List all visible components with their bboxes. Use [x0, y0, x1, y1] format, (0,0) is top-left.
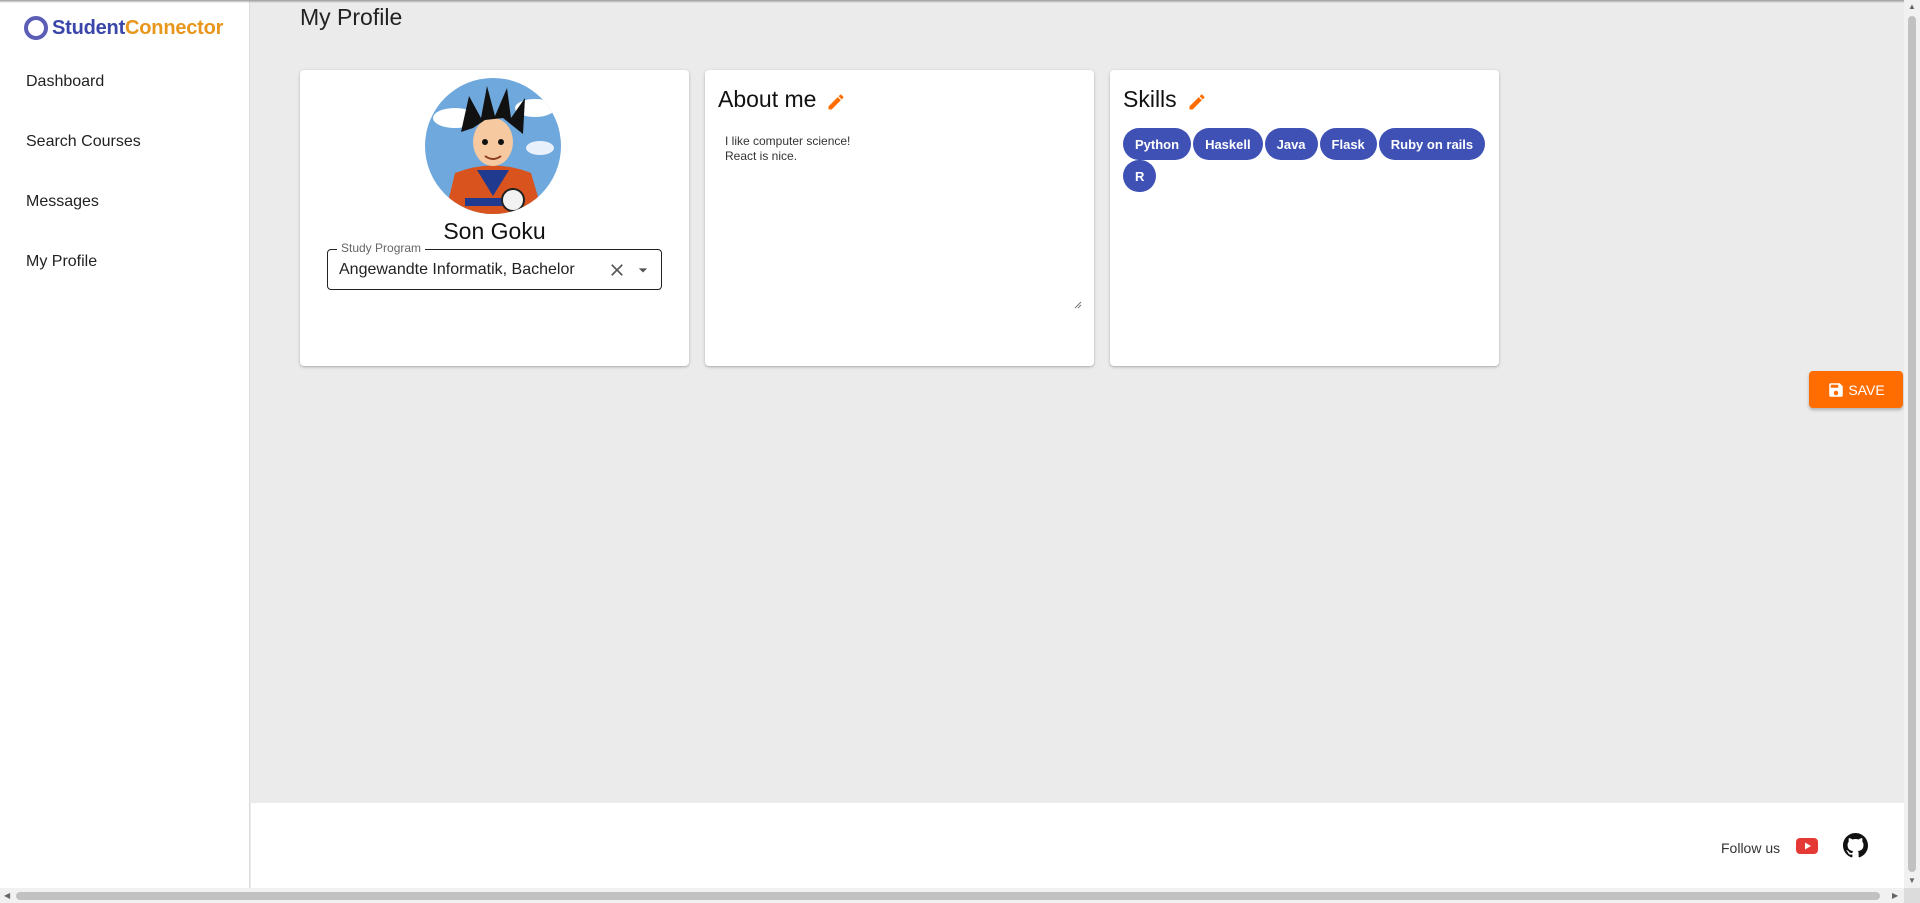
- save-button-label: SAVE: [1848, 381, 1885, 398]
- about-title: About me: [718, 86, 817, 112]
- skills-chip-list: Python Haskell Java Flask Ruby on rails …: [1123, 128, 1488, 192]
- study-program-value: Angewandte Informatik, Bachelor: [339, 261, 575, 278]
- sidebar-nav: Dashboard Search Courses Messages My Pro…: [0, 52, 250, 292]
- pencil-icon[interactable]: [1187, 92, 1207, 112]
- scrollbar-corner: [1904, 888, 1920, 903]
- resize-handle-icon[interactable]: [1072, 296, 1082, 309]
- logo-text: StudentConnector: [52, 17, 223, 40]
- study-program-label: Study Program: [337, 241, 426, 255]
- skills-header: Skills: [1123, 86, 1207, 113]
- floppy-disk-icon: [1827, 381, 1845, 399]
- about-card: About me I like computer science! React …: [705, 70, 1094, 366]
- sidebar-item-messages[interactable]: Messages: [0, 172, 250, 232]
- save-button[interactable]: SAVE: [1809, 371, 1903, 408]
- skill-chip[interactable]: Ruby on rails: [1378, 128, 1486, 160]
- youtube-icon[interactable]: [1796, 838, 1818, 854]
- skills-title: Skills: [1123, 86, 1177, 112]
- logo-ring-icon: [24, 16, 48, 40]
- scroll-right-arrow-icon[interactable]: ▶: [1892, 891, 1898, 900]
- logo-text-student: Student: [52, 16, 126, 39]
- footer: Follow us: [251, 803, 1904, 888]
- sidebar-item-search-courses[interactable]: Search Courses: [0, 112, 250, 172]
- skill-chip[interactable]: Haskell: [1193, 128, 1263, 160]
- skill-chip[interactable]: Flask: [1319, 128, 1377, 160]
- scroll-left-arrow-icon[interactable]: ◀: [4, 891, 10, 900]
- skill-chip[interactable]: Python: [1123, 128, 1192, 160]
- follow-us-label: Follow us: [1721, 840, 1781, 856]
- skill-chip[interactable]: R: [1123, 160, 1157, 192]
- vertical-scrollbar[interactable]: ▲ ▼: [1904, 0, 1920, 888]
- skill-chip[interactable]: Java: [1264, 128, 1318, 160]
- horizontal-scroll-thumb[interactable]: [16, 892, 1880, 900]
- scroll-up-arrow-icon[interactable]: ▲: [1908, 2, 1916, 11]
- vertical-scroll-thumb[interactable]: [1908, 16, 1916, 872]
- github-icon[interactable]: [1843, 833, 1868, 858]
- about-textarea[interactable]: I like computer science! React is nice.: [725, 134, 1083, 304]
- horizontal-scrollbar[interactable]: ◀ ▶: [0, 888, 1904, 903]
- page-title: My Profile: [300, 4, 403, 30]
- close-icon[interactable]: [607, 260, 627, 280]
- sidebar: StudentConnector Dashboard Search Course…: [0, 0, 250, 888]
- app-logo[interactable]: StudentConnector: [24, 16, 223, 40]
- profile-card: Son Goku Study Program Angewandte Inform…: [300, 70, 689, 366]
- pencil-icon[interactable]: [826, 92, 846, 112]
- sidebar-item-my-profile[interactable]: My Profile: [0, 232, 250, 292]
- top-shadow: [0, 0, 1904, 3]
- caret-down-icon[interactable]: [633, 260, 653, 280]
- skills-card: Skills Python Haskell Java Flask Ruby on…: [1110, 70, 1499, 366]
- logo-text-connector: Connector: [125, 16, 224, 39]
- sidebar-item-dashboard[interactable]: Dashboard: [0, 52, 250, 112]
- avatar: [425, 78, 561, 214]
- study-program-select[interactable]: Study Program Angewandte Informatik, Bac…: [327, 241, 662, 290]
- scroll-down-arrow-icon[interactable]: ▼: [1908, 876, 1916, 885]
- about-header: About me: [718, 86, 846, 113]
